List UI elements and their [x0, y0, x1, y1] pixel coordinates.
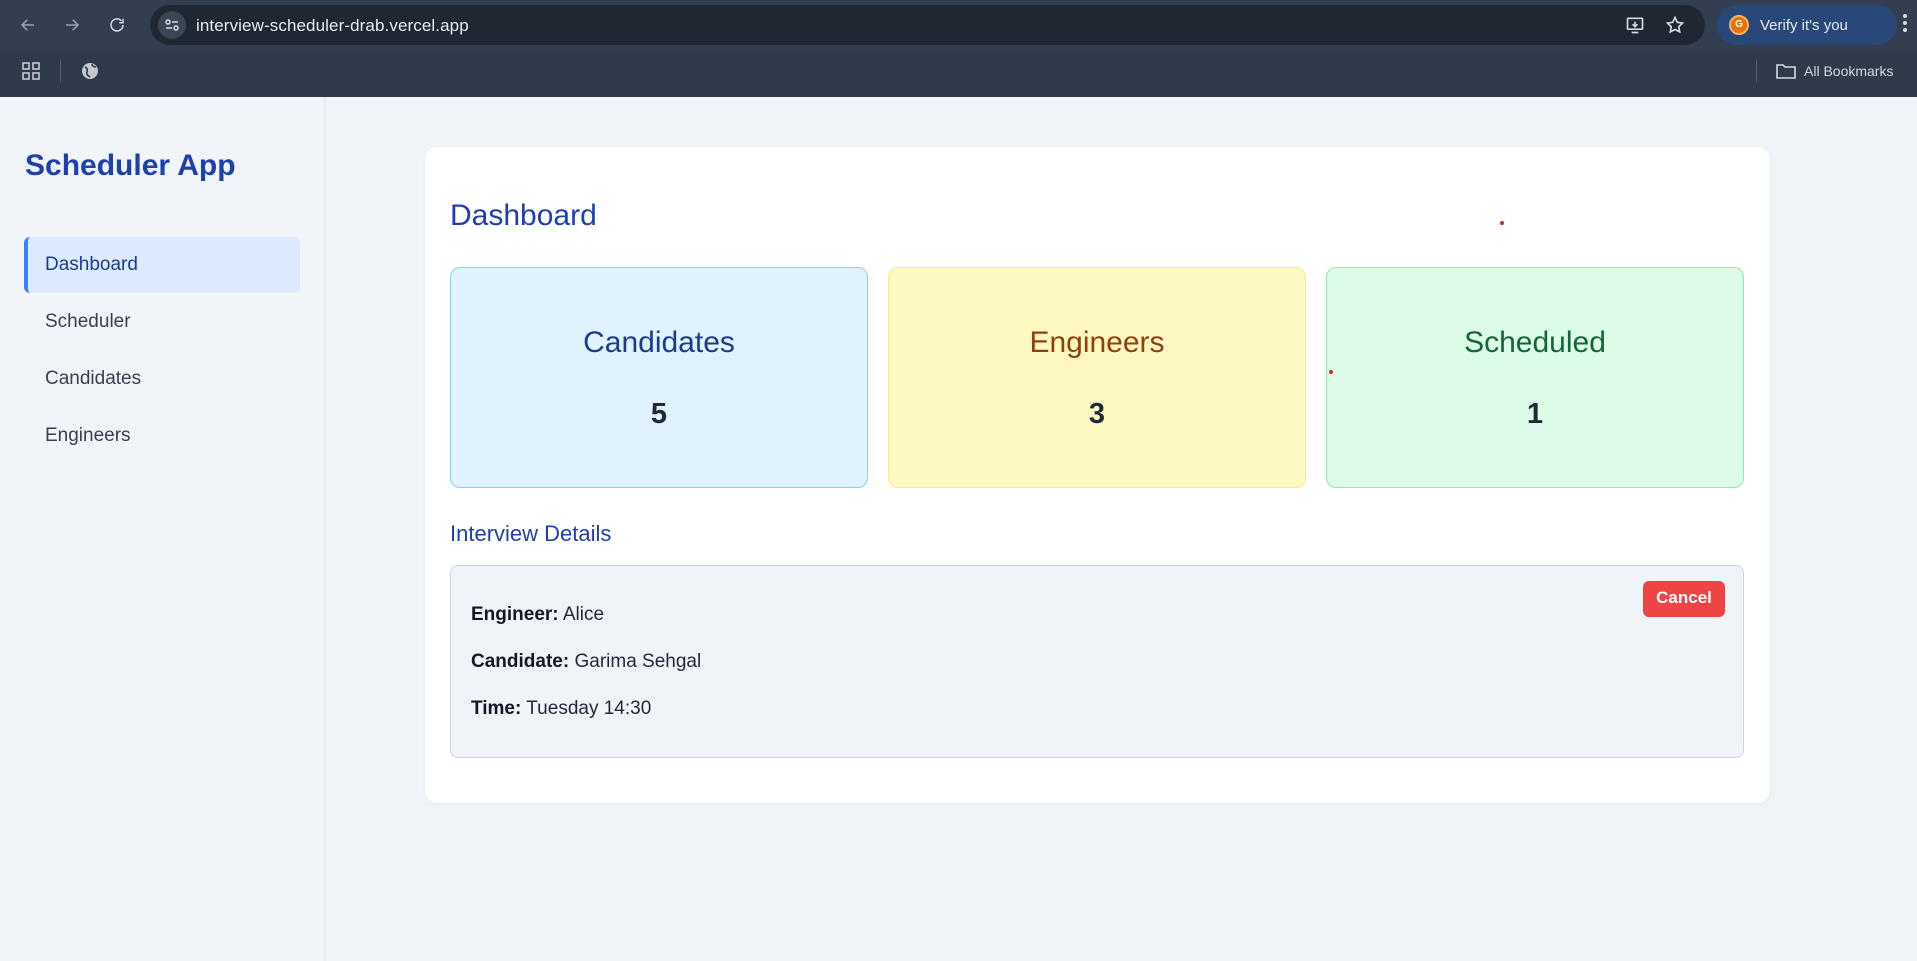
menu-icon[interactable]	[1902, 14, 1908, 36]
stat-label: Scheduled	[1464, 326, 1606, 359]
forward-icon[interactable]	[58, 11, 86, 39]
engineer-row: Engineer: Alice	[471, 604, 604, 626]
time-value: Tuesday 14:30	[526, 698, 652, 719]
browser-chrome: interview-scheduler-drab.vercel.app G Ve…	[0, 0, 1917, 97]
url-text[interactable]: interview-scheduler-drab.vercel.app	[196, 16, 469, 36]
stat-value: 3	[1088, 398, 1106, 430]
time-label: Time:	[471, 698, 522, 719]
bookmark-divider	[60, 60, 61, 82]
engineer-label: Engineer:	[471, 604, 559, 625]
folder-icon	[1776, 64, 1796, 79]
apps-grid-icon[interactable]	[22, 62, 40, 80]
engineer-value: Alice	[562, 604, 605, 625]
candidate-label: Candidate:	[471, 651, 570, 672]
browser-toolbar: interview-scheduler-drab.vercel.app G Ve…	[0, 0, 1917, 50]
site-settings-icon[interactable]	[158, 11, 186, 39]
sidebar-item-candidates[interactable]: Candidates	[24, 351, 300, 407]
app-title: Scheduler App	[25, 149, 236, 182]
red-dot-marker	[1329, 370, 1333, 374]
sidebar-item-dashboard[interactable]: Dashboard	[24, 237, 300, 293]
verify-identity-button[interactable]: G Verify it's you	[1717, 5, 1897, 45]
sidebar: Scheduler App Dashboard Scheduler Candid…	[0, 97, 326, 961]
stat-card-candidates: Candidates 5	[450, 267, 868, 488]
back-icon[interactable]	[14, 11, 42, 39]
bookmark-divider	[1756, 60, 1757, 82]
avatar: G	[1729, 15, 1749, 35]
all-bookmarks-button[interactable]: All Bookmarks	[1776, 60, 1893, 82]
candidate-value: Garima Sehgal	[574, 651, 702, 672]
star-icon[interactable]	[1664, 14, 1686, 36]
red-dot-marker	[1500, 221, 1504, 225]
stat-card-engineers: Engineers 3	[888, 267, 1306, 488]
dashboard-card: Dashboard Candidates 5 Engineers 3 Sched…	[425, 147, 1770, 803]
reload-icon[interactable]	[103, 11, 131, 39]
stat-value: 5	[650, 398, 668, 430]
stat-label: Engineers	[1029, 326, 1165, 359]
verify-label: Verify it's you	[1760, 17, 1848, 34]
all-bookmarks-label: All Bookmarks	[1804, 63, 1894, 79]
sidebar-item-engineers[interactable]: Engineers	[24, 408, 300, 464]
stat-value: 1	[1526, 398, 1544, 430]
cancel-button[interactable]: Cancel	[1643, 581, 1725, 617]
interview-detail-card: Engineer: Alice Candidate: Garima Sehgal…	[450, 565, 1744, 758]
sidebar-nav: Dashboard Scheduler Candidates Engineers	[24, 237, 300, 465]
install-app-icon[interactable]	[1624, 14, 1646, 36]
page-title: Dashboard	[450, 199, 597, 232]
address-bar[interactable]: interview-scheduler-drab.vercel.app	[150, 5, 1705, 45]
globe-icon[interactable]	[80, 61, 100, 81]
section-title: Interview Details	[450, 521, 612, 546]
sidebar-item-scheduler[interactable]: Scheduler	[24, 294, 300, 350]
time-row: Time: Tuesday 14:30	[471, 698, 651, 720]
stat-label: Candidates	[583, 326, 735, 359]
candidate-row: Candidate: Garima Sehgal	[471, 651, 701, 673]
stat-card-scheduled: Scheduled 1	[1326, 267, 1744, 488]
